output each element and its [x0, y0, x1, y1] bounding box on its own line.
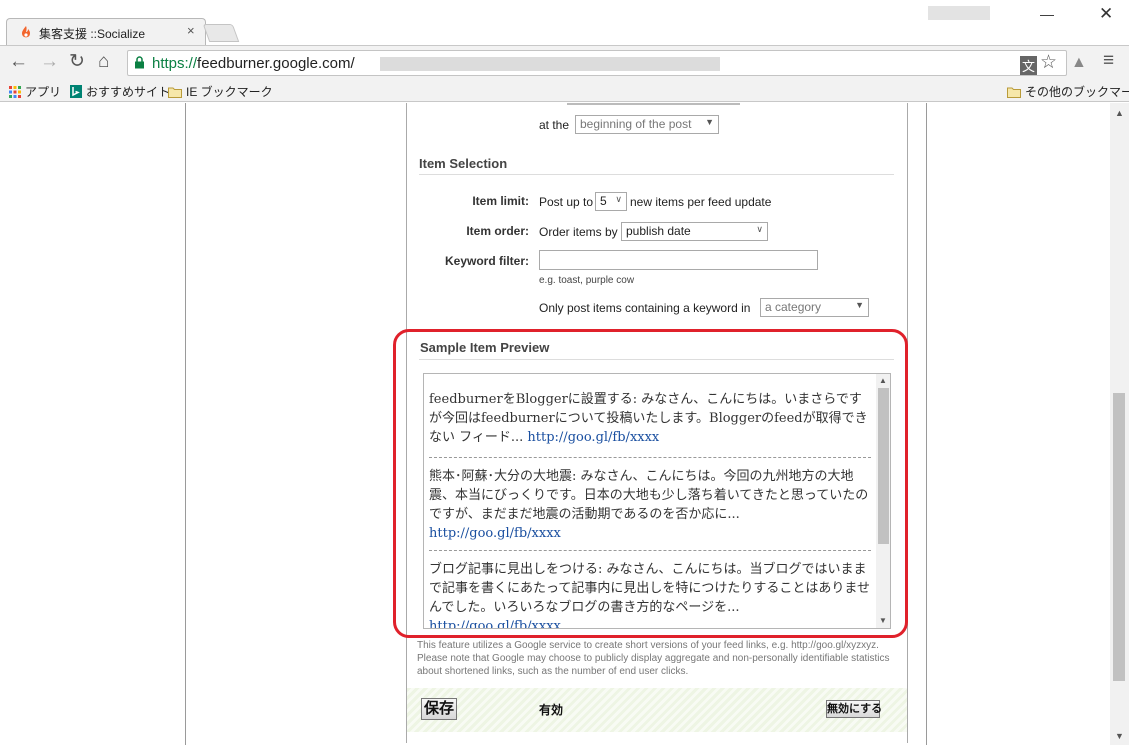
tab-close-icon[interactable]: ×	[187, 23, 195, 38]
apps-grid-icon	[9, 86, 21, 98]
page-viewport: at the beginning of the post ▼ Item Selec…	[0, 103, 1110, 745]
back-icon[interactable]: ←	[9, 52, 28, 72]
bookmark-folder-ie[interactable]: IE ブックマーク	[168, 83, 273, 100]
tab-strip: 集客支援 ::Socialize × — ✕	[0, 0, 1129, 45]
shortlink-note: This feature utilizes a Google service t…	[417, 640, 890, 677]
item-selection-title: Item Selection	[419, 156, 508, 171]
page-border-right	[926, 103, 927, 745]
bookmark-folder-other-label: その他のブックマーク	[1025, 85, 1129, 99]
bookmark-recommended[interactable]: おすすめサイト	[70, 83, 170, 100]
chevron-down-icon: ∨	[615, 194, 622, 204]
profile-name-blurred[interactable]	[928, 6, 990, 20]
home-icon[interactable]: ⌂	[98, 52, 109, 72]
keyword-in-value: a category	[765, 300, 822, 314]
translate-icon[interactable]: 文	[1020, 56, 1038, 75]
address-bar[interactable]: https://feedburner.google.com/ 文 ☆	[127, 50, 1067, 76]
menu-icon[interactable]: ≡	[1103, 50, 1114, 72]
save-button[interactable]: 保存	[421, 698, 457, 720]
bing-icon	[70, 85, 82, 98]
item-limit-select[interactable]: 5 ∨	[595, 192, 627, 211]
keyword-filter-label: Keyword filter:	[444, 254, 529, 268]
folder-icon	[168, 87, 182, 98]
position-select[interactable]: beginning of the post ▼	[575, 115, 719, 134]
bookmark-apps-label: アプリ	[25, 85, 62, 99]
item-limit-label: Item limit:	[472, 194, 529, 208]
item-limit-value: 5	[600, 194, 607, 208]
item-limit-prefix: Post up to	[539, 195, 594, 209]
drive-icon[interactable]: ▲	[1071, 54, 1087, 72]
lock-icon	[135, 56, 144, 69]
browser-tab[interactable]: 集客支援 ::Socialize ×	[6, 18, 206, 45]
page-scrollbar[interactable]: ▲ ▼	[1110, 103, 1129, 745]
item-order-label: Item order:	[466, 224, 529, 238]
folder-icon	[1007, 87, 1021, 98]
bookmarks-bar: アプリ おすすめサイト IE ブックマーク その他のブックマーク	[0, 79, 1129, 102]
chevron-down-icon: ▼	[705, 117, 714, 127]
url-host: feedburner.google.com/	[197, 55, 355, 72]
keyword-in-select[interactable]: a category ▼	[760, 298, 869, 317]
forward-icon[interactable]: →	[40, 52, 59, 72]
url-scheme: https://	[152, 55, 198, 72]
keyword-filter-input[interactable]	[539, 250, 818, 270]
item-order-value: publish date	[626, 224, 691, 238]
item-limit-suffix: new items per feed update	[630, 195, 772, 209]
window-close-icon[interactable]: ✕	[1099, 4, 1113, 24]
tab-title: 集客支援 ::Socialize	[39, 27, 146, 41]
chevron-down-icon: ▼	[855, 300, 864, 310]
chevron-down-icon: ∨	[756, 224, 763, 234]
page-border-left	[185, 103, 186, 745]
url-text: https://feedburner.google.com/	[152, 55, 355, 72]
position-select-value: beginning of the post	[580, 117, 692, 131]
item-order-select[interactable]: publish date ∨	[621, 222, 768, 241]
scroll-down-icon[interactable]: ▼	[1115, 731, 1124, 741]
position-prefix: at the	[539, 118, 570, 132]
reload-icon[interactable]: ↻	[69, 52, 85, 72]
keyword-in-prefix: Only post items containing a keyword in	[539, 301, 751, 315]
page-scroll-thumb[interactable]	[1113, 393, 1125, 681]
bookmark-recommended-label: おすすめサイト	[86, 85, 171, 99]
bookmark-apps[interactable]: アプリ	[9, 83, 61, 100]
keyword-hint: e.g. toast, purple cow	[539, 275, 635, 286]
footer-action-bar: 保存 有効 無効にする	[407, 688, 907, 732]
url-path-blurred	[380, 57, 720, 71]
feedburner-favicon-icon	[21, 26, 31, 38]
section-divider	[419, 174, 894, 175]
minimize-icon[interactable]: —	[1040, 6, 1054, 22]
item-order-prefix: Order items by	[539, 225, 618, 239]
new-tab-button[interactable]	[202, 24, 240, 42]
scroll-up-icon[interactable]: ▲	[1115, 108, 1124, 118]
highlight-annotation	[393, 329, 908, 638]
bookmark-folder-other[interactable]: その他のブックマーク	[1007, 83, 1129, 100]
star-icon[interactable]: ☆	[1040, 51, 1057, 74]
browser-toolbar: ← → ↻ ⌂ https://feedburner.google.com/ 文…	[0, 45, 1129, 79]
cropped-select-edge	[567, 103, 740, 105]
bookmark-folder-ie-label: IE ブックマーク	[186, 85, 273, 99]
status-text: 有効	[539, 703, 564, 717]
disable-button[interactable]: 無効にする	[826, 700, 882, 718]
